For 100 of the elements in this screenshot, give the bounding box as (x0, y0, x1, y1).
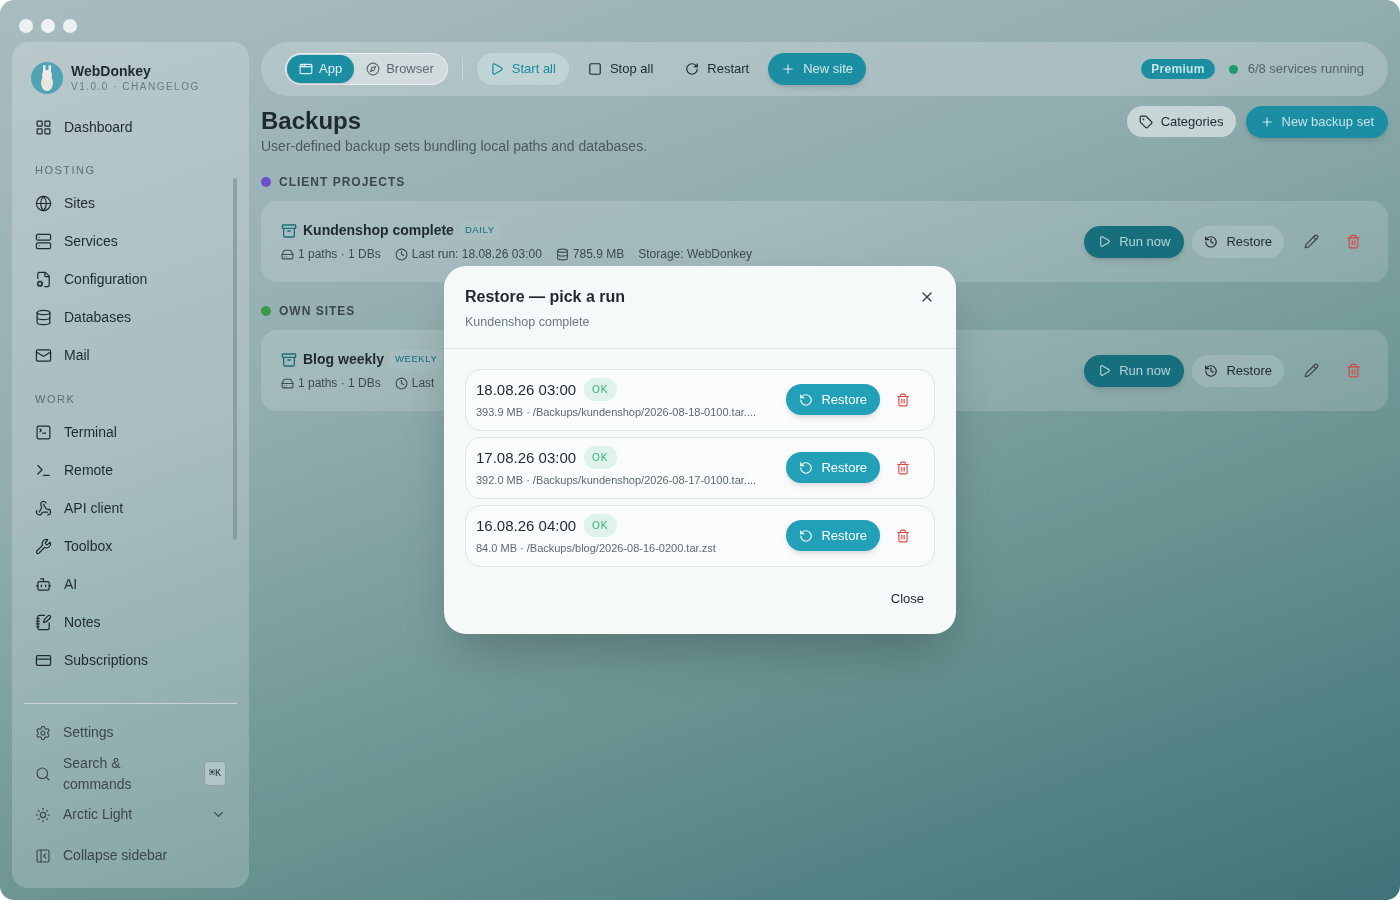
sidebar-item[interactable]: Notes (24, 603, 233, 641)
delete-button[interactable] (896, 528, 910, 543)
play-icon (1098, 235, 1112, 248)
terminal-icon (35, 423, 52, 441)
run-row[interactable]: 16.08.26 04:00 OK 84.0 MB · /Backups/blog/2026-08-16-0200.tar.zst Restore (465, 504, 935, 567)
backup-meta: Last run: 18.08.26 03:00 (411, 246, 542, 263)
dialog-subtitle: Kundenshop complete (465, 313, 591, 331)
wrench-icon (35, 537, 52, 555)
window-control[interactable] (63, 19, 77, 33)
frequency-tag: WEEKLY (389, 350, 443, 369)
mail-icon (35, 347, 52, 364)
file-gear-icon (35, 271, 52, 288)
play-icon (489, 62, 504, 76)
toolbar-button[interactable]: Stop all (574, 53, 667, 85)
restore-button[interactable]: Restore (1192, 354, 1284, 387)
item-label: Settings (63, 723, 115, 742)
sidebar-item[interactable]: Collapse sidebar (24, 835, 237, 876)
sidebar-item[interactable]: Sites (24, 184, 233, 223)
sidebar-item[interactable]: Remote (24, 451, 233, 489)
item-label: Collapse sidebar (63, 846, 169, 865)
run-row[interactable]: 17.08.26 03:00 OK 392.0 MB · /Backups/kundenshop/2026-08-17-0100.tar.... Restore (465, 436, 935, 499)
run-detail: 392.0 MB · /Backups/kundenshop/2026-08-17-0100.tar.... (476, 473, 758, 489)
window-control[interactable] (41, 19, 55, 33)
status-tag: OK (584, 378, 617, 402)
delete-button[interactable] (896, 392, 910, 407)
section-heading: HOSTING (34, 163, 97, 178)
trash-icon (896, 392, 910, 407)
grid-icon (35, 118, 52, 136)
avatar-icon (31, 62, 63, 94)
plan-badge: Premium (1141, 59, 1215, 79)
frequency-tag: DAILY (459, 221, 500, 240)
run-date: 17.08.26 03:00 (476, 447, 577, 468)
item-label: Search & commands (63, 753, 133, 794)
status-tag: OK (584, 514, 617, 538)
refresh-icon (685, 62, 700, 76)
run-row[interactable]: 18.08.26 03:00 OK 393.9 MB · /Backups/kundenshop/2026-08-18-0100.tar.... Restore (465, 368, 935, 431)
square-icon (587, 62, 602, 76)
page-subtitle: User-defined backup sets bundling local paths and databases. (261, 137, 649, 156)
play-icon (1098, 364, 1112, 377)
delete-button[interactable] (896, 460, 910, 475)
sidebar-item[interactable]: Subscriptions (24, 641, 233, 679)
run-now-button[interactable]: Run now (1084, 354, 1185, 387)
search-icon (35, 765, 51, 782)
sidebar-item[interactable]: Mail (24, 336, 233, 375)
run-date: 16.08.26 04:00 (476, 515, 577, 536)
dialog-title: Restore — pick a run (465, 286, 627, 307)
archive-icon (281, 351, 297, 368)
view-tab[interactable]: Browser (354, 55, 446, 83)
status-tag: OK (584, 446, 617, 470)
sidebar-item[interactable]: Services (24, 222, 233, 261)
section-heading: WORK (34, 391, 77, 407)
sidebar-item[interactable]: Arctic Light (24, 794, 237, 835)
sidebar-item[interactable]: Toolbox (24, 527, 233, 565)
tag-icon (1138, 114, 1153, 129)
pencil-icon (1303, 234, 1319, 249)
item-label: Arctic Light (63, 805, 134, 824)
sidebar-item[interactable]: AI (24, 565, 233, 603)
sidebar-item[interactable]: Settings (24, 712, 237, 753)
archive-icon (281, 222, 297, 239)
backup-meta: 785.9 MB (572, 246, 625, 263)
backup-meta: Storage: WebDonkey (638, 246, 753, 263)
sidebar-collapse-icon (35, 847, 51, 864)
run-detail: 84.0 MB · /Backups/blog/2026-08-16-0200.tar.zst (476, 541, 717, 557)
sidebar-item[interactable]: Databases (24, 298, 233, 337)
sidebar-item[interactable]: Dashboard (24, 108, 233, 146)
backup-meta: 1 paths · 1 DBs (298, 375, 381, 392)
sidebar-item[interactable]: API client (24, 489, 233, 527)
history-icon (1204, 234, 1219, 249)
database-icon (35, 309, 52, 326)
shortcut-key: ⌘K (203, 761, 226, 786)
window-control[interactable] (19, 19, 33, 33)
categories-button[interactable]: Categories (1126, 106, 1236, 137)
plus-icon (781, 62, 796, 76)
sidebar-item[interactable]: Search & commands ⌘K (24, 753, 237, 794)
trash-icon (1345, 234, 1361, 249)
restore-button[interactable]: Restore (1192, 225, 1284, 258)
globe-icon (35, 195, 52, 212)
close-text-button[interactable]: Close (890, 588, 924, 609)
undo-icon (799, 392, 814, 407)
settings-icon (35, 724, 51, 741)
sidebar-item[interactable]: Configuration (24, 260, 233, 299)
sun-icon (35, 806, 51, 823)
sidebar-item[interactable]: Terminal (24, 413, 233, 451)
backup-meta: Last (411, 375, 435, 392)
backup-meta: 1 paths · 1 DBs (298, 246, 381, 263)
compass-icon (366, 62, 381, 76)
notebook-icon (35, 613, 52, 631)
pencil-icon (1303, 363, 1319, 378)
clock-icon (394, 376, 408, 390)
scrollbar[interactable] (233, 178, 237, 540)
run-now-button[interactable]: Run now (1084, 225, 1185, 258)
robot-icon (35, 575, 52, 593)
drive-icon (281, 376, 294, 390)
clock-icon (394, 247, 408, 261)
backup-name: Blog weekly (303, 350, 384, 369)
page-title: Backups (261, 106, 363, 136)
webhook-icon (35, 499, 52, 517)
server-icon (35, 233, 52, 250)
app-name: WebDonkey (71, 62, 152, 80)
toolbar-button[interactable]: Restart (672, 53, 763, 85)
